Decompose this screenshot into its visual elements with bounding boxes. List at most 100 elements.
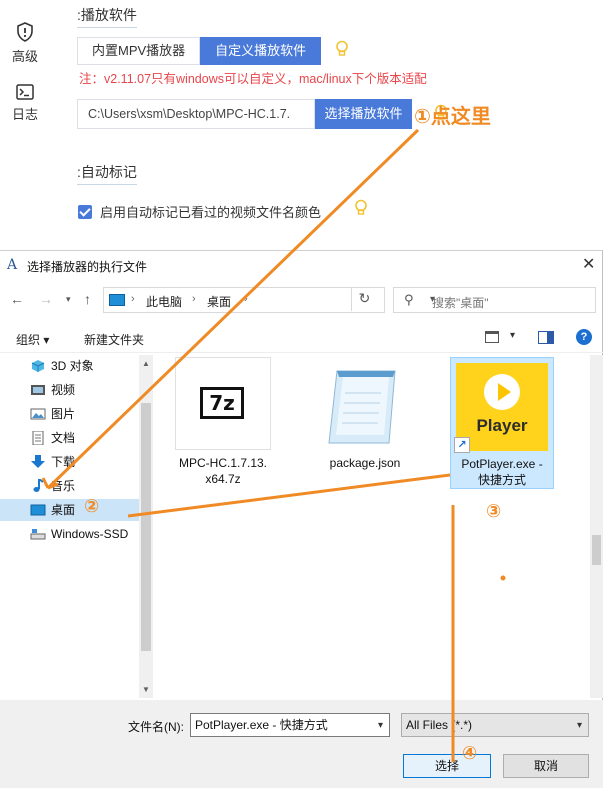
picture-icon: [30, 408, 46, 420]
help-icon[interactable]: ?: [576, 329, 592, 345]
choose-player-button[interactable]: 选择播放软件: [315, 99, 412, 129]
up-arrow-icon[interactable]: ↑: [84, 291, 91, 307]
sevenzip-logo: 7z: [200, 387, 244, 419]
music-note-icon: [33, 479, 44, 492]
dialog-footer: 文件名(N): PotPlayer.exe - 快捷方式 ▾ All Files…: [0, 700, 603, 788]
tree-item-label: 3D 对象: [51, 359, 94, 373]
tree-scrollbar[interactable]: ▲ ▼: [139, 355, 153, 698]
tree-item-desktop[interactable]: 桌面: [0, 499, 140, 521]
dialog-title-bar[interactable]: A 选择播放器的执行文件 ✕: [0, 251, 603, 279]
desktop-icon: [30, 504, 46, 516]
file-item-potplayer-shortcut[interactable]: Player ↗ PotPlayer.exe - 快捷方式: [450, 357, 554, 489]
file-list: 7z MPC-HC.1.7.13. x64.7z package.json Pl…: [155, 355, 590, 698]
player-section-title: :播放软件: [77, 5, 137, 28]
tree-item-label: Windows-SSD: [51, 527, 129, 541]
document-icon: [32, 431, 44, 445]
tree-item-label: 视频: [51, 383, 76, 397]
chevron-down-icon[interactable]: ▾: [378, 715, 383, 737]
preview-pane-icon[interactable]: [538, 331, 554, 344]
file-name-line-1: package.json: [329, 456, 401, 470]
lightbulb-icon[interactable]: [335, 40, 349, 58]
potplayer-icon-label: Player: [476, 416, 528, 435]
tree-item-label: 文档: [51, 431, 76, 445]
nav-item-advanced[interactable]: 高级: [0, 22, 50, 65]
address-bar[interactable]: › 此电脑 › 桌面 › ▾: [103, 287, 435, 313]
file-list-scrollbar[interactable]: [590, 355, 603, 698]
recent-chevron-down-icon[interactable]: ▾: [66, 294, 71, 305]
filename-input[interactable]: PotPlayer.exe - 快捷方式 ▾: [190, 713, 390, 737]
breadcrumb-separator: ›: [192, 293, 196, 305]
close-icon[interactable]: ✕: [582, 254, 595, 274]
app-letter-a-icon: A: [7, 257, 18, 273]
file-list-scroll-thumb[interactable]: [592, 535, 601, 565]
file-name: package.json: [315, 455, 415, 471]
new-folder-button[interactable]: 新建文件夹: [84, 331, 144, 348]
file-type-select[interactable]: All Files (*.*) ▾: [401, 713, 589, 737]
auto-mark-checkbox-row[interactable]: 启用自动标记已看过的视频文件名颜色: [78, 202, 321, 221]
lightbulb-icon[interactable]: [354, 199, 368, 217]
annotation-step-4: ④: [462, 743, 478, 763]
tab-custom-player[interactable]: 自定义播放软件: [200, 37, 322, 65]
auto-mark-checkbox-label: 启用自动标记已看过的视频文件名颜色: [100, 205, 322, 220]
tree-item-label: 音乐: [51, 479, 76, 493]
annotation-step-3: ③: [486, 501, 502, 521]
dialog-toolbar: 组织 ▾ 新建文件夹 ▾ ?: [0, 325, 603, 353]
cube-3d-icon: [31, 360, 45, 372]
forward-arrow-icon[interactable]: →: [39, 291, 53, 307]
filename-value: PotPlayer.exe - 快捷方式: [195, 718, 328, 732]
download-arrow-icon: [31, 455, 45, 468]
breadcrumb-this-pc[interactable]: 此电脑: [146, 293, 182, 310]
tree-item-windows-ssd[interactable]: Windows-SSD: [0, 523, 140, 545]
file-name-line-1: MPC-HC.1.7.13.: [178, 456, 268, 470]
search-input[interactable]: ⚲ 搜索"桌面": [393, 287, 596, 313]
tree-item-videos[interactable]: 视频: [0, 379, 140, 401]
view-mode-icon[interactable]: [485, 331, 499, 343]
scroll-down-arrow-icon[interactable]: ▼: [142, 685, 150, 694]
screen: 高级 日志 :播放软件 内置MPV播放器 自定义播放软件 注：v2.11.07只…: [0, 0, 609, 788]
dialog-title: 选择播放器的执行文件: [27, 260, 148, 274]
tree-item-documents[interactable]: 文档: [0, 427, 140, 449]
chevron-down-icon[interactable]: ▾: [510, 330, 515, 341]
tree-item-label: 桌面: [51, 503, 76, 517]
tree-item-downloads[interactable]: 下载: [0, 451, 140, 473]
drive-icon: [30, 529, 46, 540]
tree-item-3d-objects[interactable]: 3D 对象: [0, 355, 140, 377]
scroll-up-arrow-icon[interactable]: ▲: [142, 359, 150, 368]
organize-menu[interactable]: 组织 ▾: [16, 331, 49, 348]
annotation-step-1: ①点这里: [414, 106, 491, 128]
shortcut-arrow-icon: ↗: [454, 437, 470, 453]
sevenzip-archive-icon: 7z: [175, 357, 271, 450]
chevron-down-icon[interactable]: ▾: [577, 715, 582, 737]
play-button-icon: [484, 374, 520, 410]
select-button[interactable]: 选择: [403, 754, 491, 778]
auto-mark-section-title: :自动标记: [77, 162, 137, 185]
terminal-icon: [16, 84, 34, 100]
file-item-mpc-7z[interactable]: 7z MPC-HC.1.7.13. x64.7z: [155, 357, 291, 488]
custom-player-warning: 注：v2.11.07只有windows可以自定义，mac/linux下个版本适配: [79, 72, 427, 86]
refresh-icon[interactable]: ↻: [351, 287, 377, 311]
breadcrumb-separator: ›: [131, 293, 135, 305]
file-name-line-2: 快捷方式: [477, 473, 526, 487]
nav-item-logs[interactable]: 日志: [0, 84, 50, 123]
player-type-tabs: 内置MPV播放器 自定义播放软件: [77, 37, 322, 65]
auto-mark-checkbox[interactable]: [78, 204, 92, 219]
navigation-tree: 3D 对象 视频 图片 文档 下载 音乐 桌面 Windows-SSD ▲ ▼: [0, 355, 153, 698]
notepad-icon: [328, 370, 396, 444]
back-arrow-icon[interactable]: ←: [10, 291, 24, 307]
breadcrumb-desktop[interactable]: 桌面: [207, 293, 231, 310]
player-path-input[interactable]: C:\Users\xsm\Desktop\MPC-HC.1.7.: [77, 99, 315, 129]
breadcrumb-separator: ›: [244, 293, 248, 305]
tree-item-pictures[interactable]: 图片: [0, 403, 140, 425]
tree-item-music[interactable]: 音乐: [0, 475, 140, 497]
dialog-nav-bar: ← → ▾ ↑ › 此电脑 › 桌面 › ▾ ↻ ⚲ 搜索"桌面": [0, 284, 603, 316]
tree-scroll-thumb[interactable]: [141, 403, 151, 651]
tab-builtin-mpv[interactable]: 内置MPV播放器: [77, 37, 201, 65]
tree-item-label: 下载: [51, 455, 76, 469]
file-item-package-json[interactable]: package.json: [315, 357, 415, 488]
file-name-line-2: x64.7z: [205, 472, 241, 486]
file-name: PotPlayer.exe - 快捷方式: [451, 456, 553, 488]
cancel-button[interactable]: 取消: [503, 754, 589, 778]
annotation-step-2: ②: [84, 496, 100, 516]
file-type-value: All Files (*.*): [406, 718, 473, 732]
file-open-dialog: A 选择播放器的执行文件 ✕ ← → ▾ ↑ › 此电脑 › 桌面 › ▾ ↻ …: [0, 250, 603, 788]
